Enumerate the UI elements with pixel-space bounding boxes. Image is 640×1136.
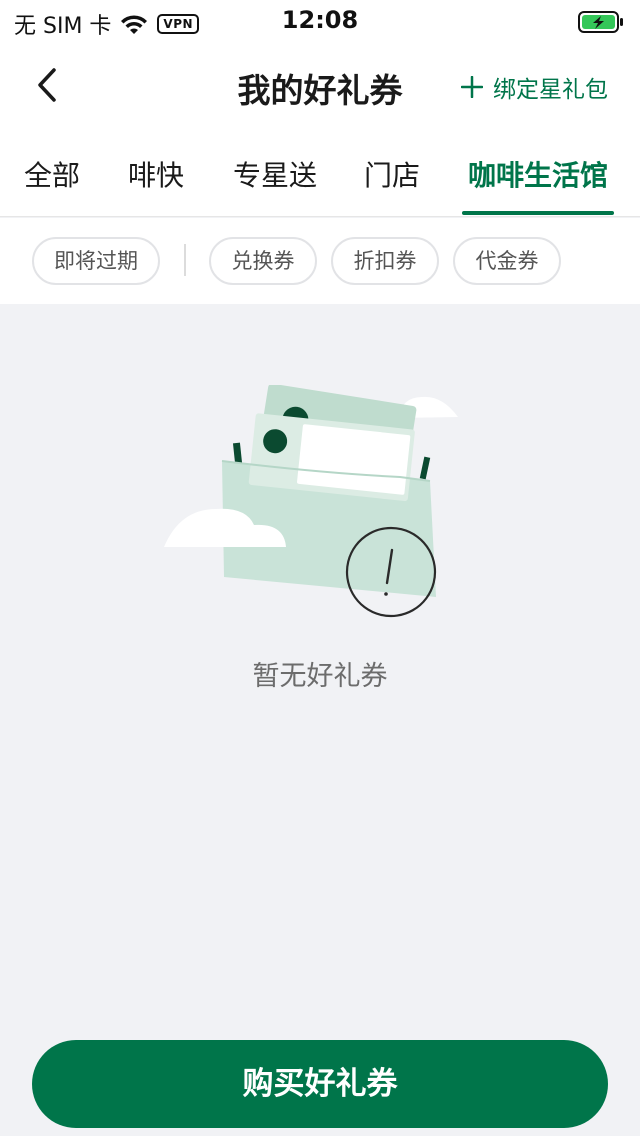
- filter-chips: 即将过期 兑换券 折扣券 代金券: [0, 218, 640, 304]
- bind-gift-package-label: 绑定星礼包: [493, 77, 608, 103]
- tab-coffee-lifestyle[interactable]: 咖啡生活馆: [468, 154, 608, 194]
- battery-charging-icon: [578, 11, 623, 33]
- filter-divider: [184, 244, 186, 276]
- tab-delivery[interactable]: 专星送: [233, 154, 317, 194]
- buy-coupon-button[interactable]: 购买好礼券: [32, 1040, 608, 1128]
- bind-gift-package-button[interactable]: 绑定星礼包: [461, 70, 608, 104]
- active-tab-indicator: [462, 211, 614, 215]
- tab-store[interactable]: 门店: [364, 154, 420, 194]
- empty-state-text: 暂无好礼券: [252, 661, 388, 692]
- empty-wallet-illustration: [164, 385, 458, 618]
- filter-discount[interactable]: 折扣券: [331, 237, 439, 285]
- nav-bar: 我的好礼券 绑定星礼包: [0, 44, 640, 128]
- category-tabs: 全部 啡快 专星送 门店 咖啡生活馆: [0, 128, 640, 217]
- coupon-page: 无 SIM 卡 VPN 12:08 我的好礼券 绑定星礼包 全部 啡快 专星送 …: [0, 0, 640, 1136]
- status-bar: 无 SIM 卡 VPN 12:08: [0, 0, 640, 44]
- tab-all[interactable]: 全部: [24, 154, 80, 194]
- status-time: 12:08: [281, 6, 359, 34]
- filter-voucher[interactable]: 代金券: [453, 237, 561, 285]
- tab-fast[interactable]: 啡快: [128, 154, 184, 194]
- plus-icon: [461, 76, 483, 98]
- filter-redeem[interactable]: 兑换券: [209, 237, 317, 285]
- filter-expiring[interactable]: 即将过期: [32, 237, 160, 285]
